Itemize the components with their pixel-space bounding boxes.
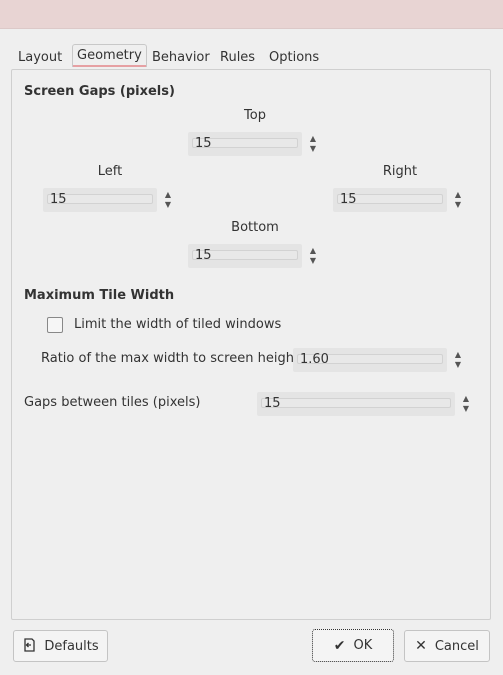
ratio-field[interactable]: 1.60 — [293, 348, 447, 372]
bottom-gap-label: Bottom — [231, 220, 279, 235]
arrow-up-icon[interactable]: ▲ — [463, 394, 469, 404]
top-gap-field[interactable]: 15 — [188, 132, 302, 156]
gaps-between-value: 15 — [264, 396, 281, 411]
right-gap-value: 15 — [340, 192, 357, 207]
right-gap-field[interactable]: 15 — [333, 188, 447, 212]
tab-geometry[interactable]: Geometry — [72, 44, 147, 67]
gaps-between-arrows: ▲ ▼ — [455, 392, 477, 416]
bottom-gap-arrows: ▲ ▼ — [302, 244, 324, 268]
ratio-label: Ratio of the max width to screen height — [41, 351, 300, 366]
arrow-up-icon[interactable]: ▲ — [310, 246, 316, 256]
arrow-down-icon[interactable]: ▼ — [165, 200, 171, 210]
ok-label: OK — [353, 638, 373, 653]
bottom-gap-field[interactable]: 15 — [188, 244, 302, 268]
top-gap-label: Top — [244, 108, 266, 123]
cancel-label: Cancel — [434, 638, 479, 654]
top-gap-value: 15 — [195, 136, 212, 151]
window-titlebar — [0, 0, 503, 29]
defaults-button[interactable]: Defaults — [13, 630, 108, 662]
arrow-down-icon[interactable]: ▼ — [310, 256, 316, 266]
max-tile-width-title: Maximum Tile Width — [24, 288, 175, 303]
screen-gaps-title: Screen Gaps (pixels) — [24, 84, 175, 99]
top-gap-spinbox[interactable]: 15 ▲ ▼ — [188, 132, 324, 156]
tab-behavior[interactable]: Behavior — [152, 48, 210, 68]
tab-options[interactable]: Options — [269, 48, 319, 68]
gaps-between-label: Gaps between tiles (pixels) — [24, 395, 201, 410]
arrow-up-icon[interactable]: ▲ — [455, 350, 461, 360]
arrow-up-icon[interactable]: ▲ — [165, 190, 171, 200]
gaps-between-spinbox[interactable]: 15 ▲ ▼ — [257, 392, 477, 416]
left-gap-spinbox[interactable]: 15 ▲ ▼ — [43, 188, 179, 212]
left-gap-arrows: ▲ ▼ — [157, 188, 179, 212]
arrow-up-icon[interactable]: ▲ — [310, 134, 316, 144]
ratio-arrows: ▲ ▼ — [447, 348, 469, 372]
limit-width-checkbox[interactable] — [47, 317, 63, 333]
x-icon: ✕ — [415, 638, 427, 654]
left-gap-label: Left — [97, 164, 123, 179]
arrow-down-icon[interactable]: ▼ — [455, 360, 461, 370]
arrow-down-icon[interactable]: ▼ — [310, 144, 316, 154]
left-gap-value: 15 — [50, 192, 67, 207]
arrow-up-icon[interactable]: ▲ — [455, 190, 461, 200]
ratio-spinbox[interactable]: 1.60 ▲ ▼ — [293, 348, 469, 372]
ratio-value: 1.60 — [300, 352, 329, 367]
defaults-label: Defaults — [44, 638, 99, 654]
bottom-gap-value: 15 — [195, 248, 212, 263]
arrow-down-icon[interactable]: ▼ — [463, 404, 469, 414]
tab-layout[interactable]: Layout — [18, 48, 62, 68]
ok-button[interactable]: ✔ OK — [312, 629, 394, 662]
gaps-between-field[interactable]: 15 — [257, 392, 455, 416]
limit-width-label[interactable]: Limit the width of tiled windows — [74, 317, 281, 332]
right-gap-label: Right — [382, 164, 418, 179]
cancel-button[interactable]: ✕ Cancel — [404, 630, 490, 662]
right-gap-spinbox[interactable]: 15 ▲ ▼ — [333, 188, 469, 212]
reset-document-icon — [22, 637, 36, 655]
tab-rules[interactable]: Rules — [220, 48, 255, 68]
top-gap-arrows: ▲ ▼ — [302, 132, 324, 156]
left-gap-field[interactable]: 15 — [43, 188, 157, 212]
right-gap-arrows: ▲ ▼ — [447, 188, 469, 212]
bottom-gap-spinbox[interactable]: 15 ▲ ▼ — [188, 244, 324, 268]
checkmark-icon: ✔ — [333, 637, 346, 654]
arrow-down-icon[interactable]: ▼ — [455, 200, 461, 210]
